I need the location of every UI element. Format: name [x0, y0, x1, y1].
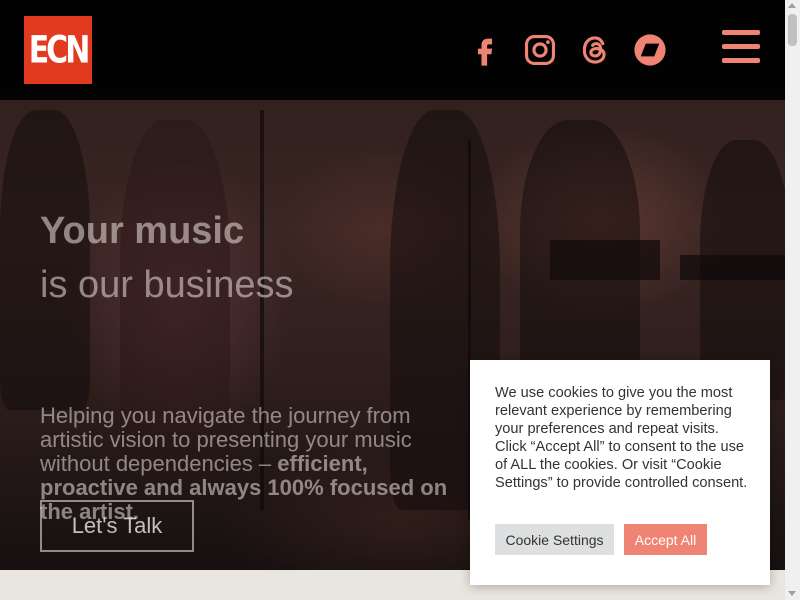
stage-background [680, 255, 785, 280]
hero-headline: Your music is our business [40, 204, 293, 312]
scroll-thumb[interactable] [788, 14, 797, 46]
hero-title-line-1: Your music [40, 210, 245, 252]
bandcamp-icon [634, 34, 666, 66]
logo-text: ECN [28, 28, 91, 72]
scroll-up-arrow-icon[interactable] [788, 3, 796, 8]
hamburger-menu-icon[interactable] [722, 30, 760, 66]
facebook-link[interactable] [463, 28, 507, 72]
instagram-icon [524, 34, 556, 66]
instagram-link[interactable] [518, 28, 562, 72]
bandcamp-link[interactable] [628, 28, 672, 72]
cookie-consent-banner: We use cookies to give you the most rele… [470, 360, 770, 585]
site-header: ECN [0, 0, 785, 100]
accept-all-button[interactable]: Accept All [624, 524, 707, 555]
cookie-settings-button[interactable]: Cookie Settings [495, 524, 614, 555]
page-scrollbar[interactable] [785, 0, 800, 600]
hero-title-line-2: is our business [40, 264, 294, 306]
lets-talk-button[interactable]: Let's Talk [40, 500, 194, 552]
stage-background [550, 240, 660, 280]
scroll-down-arrow-icon[interactable] [788, 591, 796, 596]
site-logo[interactable]: ECN [24, 16, 92, 84]
facebook-icon [477, 38, 493, 66]
threads-icon [582, 36, 606, 64]
cookie-message: We use cookies to give you the most rele… [495, 385, 748, 491]
threads-link[interactable] [573, 28, 617, 72]
